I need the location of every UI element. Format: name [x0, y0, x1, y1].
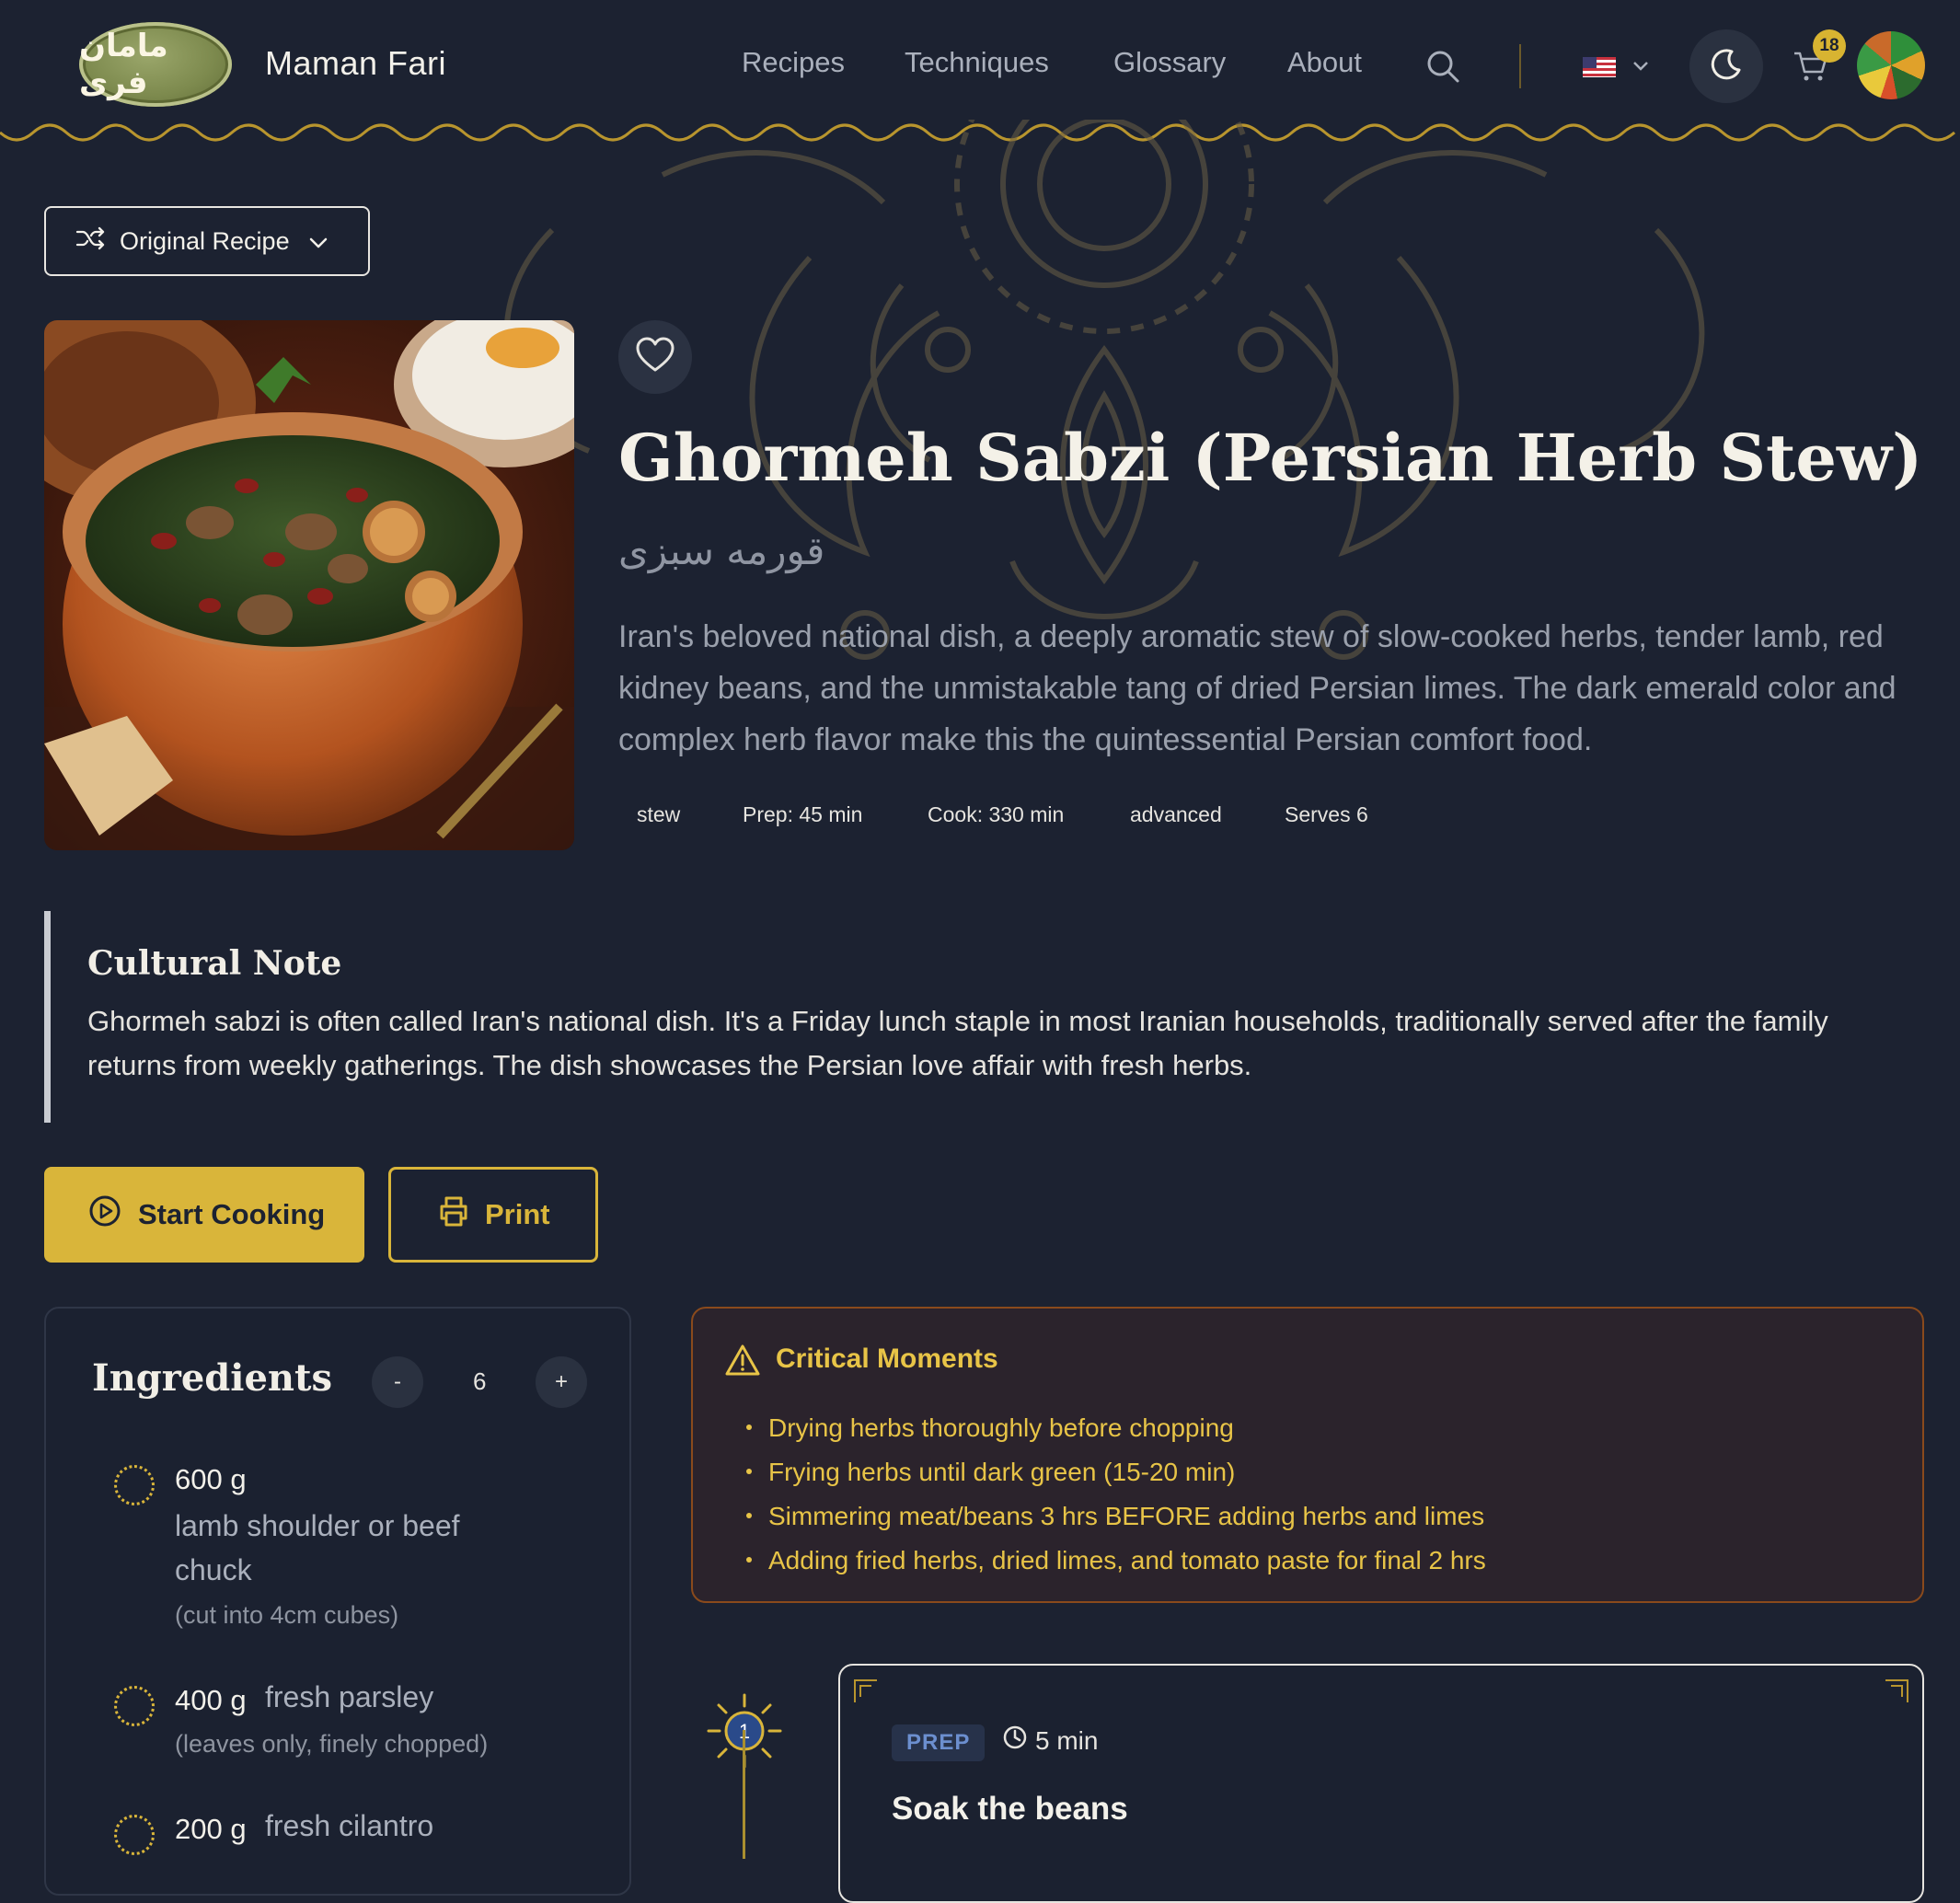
- corner-ornament-icon: [854, 1679, 877, 1702]
- nav-glossary[interactable]: Glossary: [1113, 46, 1226, 79]
- print-label: Print: [485, 1198, 550, 1230]
- bullet-dot: [746, 1512, 752, 1518]
- critical-moment-text: Simmering meat/beans 3 hrs BEFORE adding…: [768, 1502, 1485, 1530]
- recipe-version-label: Original Recipe: [120, 226, 290, 255]
- user-avatar[interactable]: [1857, 31, 1925, 99]
- recipe-persian-title: قورمه سبزی: [618, 528, 825, 573]
- recipe-title: Ghormeh Sabzi (Persian Herb Stew): [618, 420, 1923, 496]
- warning-icon: [724, 1344, 761, 1381]
- tag-category: stew: [637, 802, 681, 826]
- heart-icon: [635, 337, 675, 378]
- tag-servings: Serves 6: [1285, 802, 1368, 826]
- site-header: مامان فری Maman Fari Recipes Techniques …: [0, 0, 1960, 129]
- ingredient-note: (cut into 4cm cubes): [175, 1601, 399, 1629]
- theme-toggle-button[interactable]: [1689, 29, 1763, 103]
- chevron-down-icon: [308, 227, 329, 256]
- bullet-dot: [746, 1424, 752, 1430]
- print-button[interactable]: Print: [388, 1167, 598, 1263]
- cultural-note-title: Cultural Note: [87, 944, 342, 983]
- critical-moment-text: Adding fried herbs, dried limes, and tom…: [768, 1546, 1486, 1574]
- tag-prep-time: Prep: 45 min: [743, 802, 863, 826]
- critical-moments-panel: Critical Moments Drying herbs thoroughly…: [691, 1307, 1924, 1603]
- start-cooking-label: Start Cooking: [138, 1198, 326, 1230]
- recipe-photo: [44, 320, 574, 850]
- critical-moment-text: Frying herbs until dark green (15-20 min…: [768, 1458, 1236, 1486]
- step-type-badge: PREP: [892, 1724, 986, 1761]
- critical-moments-title: Critical Moments: [776, 1344, 998, 1374]
- step-duration: 5 min: [1002, 1724, 1098, 1757]
- search-icon[interactable]: [1424, 48, 1461, 89]
- step-card: PREP 5 min Soak the beans: [838, 1664, 1924, 1903]
- critical-moment-item: Frying herbs until dark green (15-20 min…: [746, 1458, 1235, 1487]
- servings-value: 6: [473, 1367, 487, 1395]
- ingredient-checkbox[interactable]: [114, 1815, 155, 1855]
- clock-icon: [1002, 1724, 1028, 1757]
- servings-increase-button[interactable]: +: [536, 1356, 587, 1408]
- moon-icon: [1708, 46, 1745, 87]
- step-timeline-line: [743, 1730, 745, 1859]
- cultural-note-text: Ghormeh sabzi is often called Iran's nat…: [87, 1005, 1828, 1081]
- ingredient-quantity: 400 g: [175, 1684, 247, 1716]
- critical-moment-item: Drying herbs thoroughly before chopping: [746, 1413, 1234, 1443]
- site-logo[interactable]: مامان فری: [79, 22, 232, 107]
- ingredient-name: lamb shoulder or beef: [175, 1509, 460, 1542]
- printer-icon: [437, 1194, 470, 1235]
- favorite-button[interactable]: [618, 320, 692, 394]
- ingredient-quantity: 200 g: [175, 1813, 247, 1845]
- nav-about[interactable]: About: [1287, 46, 1362, 79]
- critical-moment-text: Drying herbs thoroughly before chopping: [768, 1413, 1234, 1442]
- ingredient-note: (leaves only, finely chopped): [175, 1730, 489, 1758]
- language-selector[interactable]: [1583, 53, 1653, 86]
- ingredient-name: fresh parsley: [265, 1680, 434, 1713]
- tag-difficulty: advanced: [1130, 802, 1222, 826]
- start-cooking-button[interactable]: Start Cooking: [44, 1167, 364, 1263]
- recipe-description: Iran's beloved national dish, a deeply a…: [618, 619, 1897, 757]
- servings-decrease-button[interactable]: -: [372, 1356, 423, 1408]
- bullet-dot: [746, 1468, 752, 1474]
- step-title: Soak the beans: [892, 1791, 1128, 1827]
- brand-name[interactable]: Maman Fari: [265, 44, 446, 83]
- cultural-note: Cultural Note Ghormeh sabzi is often cal…: [44, 911, 1921, 1123]
- ingredient-checkbox[interactable]: [114, 1686, 155, 1726]
- ingredient-name-continued: chuck: [175, 1553, 252, 1586]
- ingredient-checkbox[interactable]: [114, 1465, 155, 1505]
- ingredients-title: Ingredients: [92, 1356, 332, 1400]
- play-icon: [88, 1194, 121, 1235]
- step-duration-label: 5 min: [1035, 1725, 1099, 1755]
- nav-divider: [1519, 44, 1521, 88]
- ingredient-quantity: 600 g: [175, 1463, 247, 1495]
- logo-text: مامان فری: [79, 28, 168, 101]
- cart-count-badge: 18: [1813, 29, 1846, 63]
- nav-techniques[interactable]: Techniques: [905, 46, 1049, 79]
- recipe-version-dropdown[interactable]: Original Recipe: [44, 206, 370, 276]
- critical-moment-item: Simmering meat/beans 3 hrs BEFORE adding…: [746, 1502, 1484, 1531]
- ingredient-name: fresh cilantro: [265, 1809, 434, 1842]
- critical-moment-item: Adding fried herbs, dried limes, and tom…: [746, 1546, 1486, 1575]
- corner-ornament-icon: [1885, 1679, 1908, 1702]
- shuffle-icon: [75, 225, 105, 258]
- ingredients-panel: Ingredients - 6 + 600 g lamb shoulder or…: [44, 1307, 631, 1896]
- nav-recipes[interactable]: Recipes: [742, 46, 845, 79]
- bullet-dot: [746, 1556, 752, 1563]
- tag-cook-time: Cook: 330 min: [928, 802, 1065, 826]
